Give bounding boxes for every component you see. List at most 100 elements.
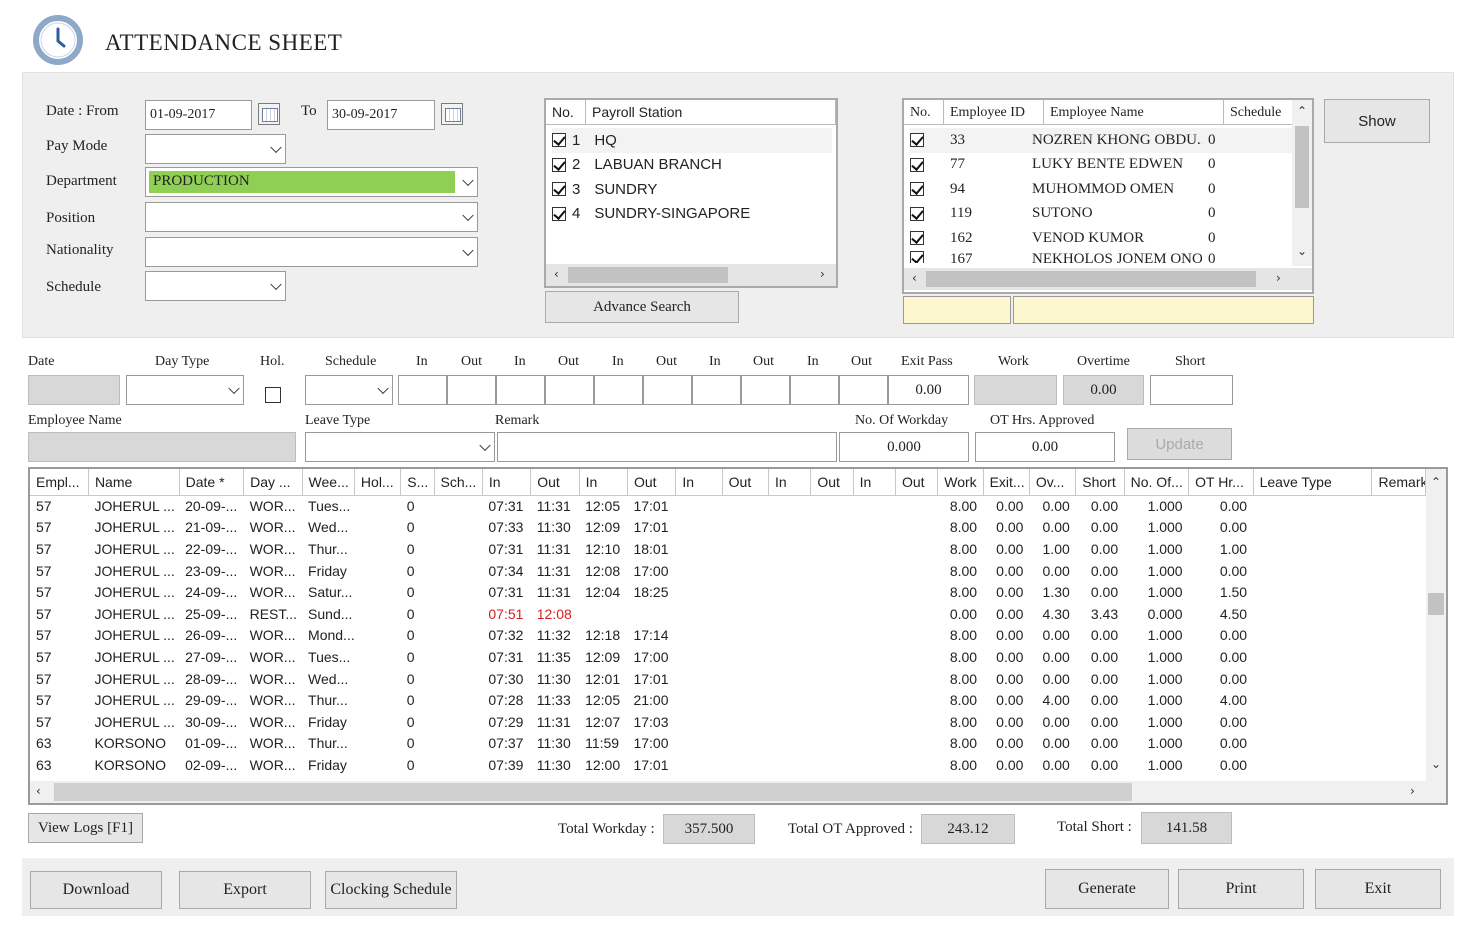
scroll-right-icon[interactable]: › — [1410, 784, 1415, 798]
pay-mode-select[interactable] — [145, 134, 286, 164]
column-header[interactable]: OT Hr... — [1188, 469, 1254, 496]
column-header[interactable]: Exit... — [983, 469, 1030, 496]
column-header[interactable]: In — [768, 469, 812, 496]
table-row[interactable]: 57 JOHERUL ... 27-09-... WOR... Tues... 0 07:3… — [30, 646, 1426, 668]
column-header[interactable]: Remark — [1371, 469, 1426, 496]
payroll-station-list[interactable]: No. Payroll Station 1 HQ 2 LABUAN BRANCH 3… — [544, 98, 838, 288]
holiday-checkbox[interactable] — [265, 387, 281, 404]
scroll-down-icon[interactable]: ⌄ — [1297, 244, 1307, 258]
table-row[interactable]: 57 JOHERUL ... 22-09-... WOR... Thur... 0 07:3… — [30, 538, 1426, 560]
attendance-grid[interactable]: Empl... Name Date * Day ... Wee... Hol... S...… — [28, 467, 1448, 805]
table-row[interactable]: 57 JOHERUL ... 30-09-... WOR... Friday 0 07:29… — [30, 711, 1426, 733]
list-item[interactable]: 119 SUTONO 0 — [910, 202, 1294, 227]
list-item[interactable]: 94 MUHOMMOD OMEN 0 — [910, 177, 1294, 202]
column-header[interactable]: S... — [400, 469, 435, 496]
export-button[interactable]: Export — [179, 871, 311, 909]
table-row[interactable]: 63 KORSONO 01-09-... WOR... Thur... 0 07:37 11:… — [30, 733, 1426, 755]
scroll-up-icon[interactable]: ⌃ — [1431, 475, 1441, 489]
column-header[interactable]: Leave Type — [1253, 469, 1373, 496]
column-header[interactable]: No. Of... — [1124, 469, 1190, 496]
table-row[interactable]: 57 JOHERUL ... 25-09-... REST... Sund... 0 07:… — [30, 603, 1426, 625]
date-to-field[interactable]: 30-09-2017 — [327, 100, 435, 130]
list-item[interactable]: 2 LABUAN BRANCH — [552, 153, 832, 178]
table-row[interactable]: 57 JOHERUL ... 28-09-... WOR... Wed... 0 07:30… — [30, 668, 1426, 690]
column-header[interactable]: Name — [88, 469, 180, 496]
in-field-1[interactable] — [398, 375, 447, 405]
employee-list[interactable]: No. Employee ID Employee Name Schedule 3… — [902, 98, 1314, 294]
column-header[interactable]: Short — [1075, 469, 1125, 496]
exit-button[interactable]: Exit — [1315, 869, 1441, 909]
in-field-5[interactable] — [790, 375, 839, 405]
table-row[interactable]: 57 JOHERUL ... 23-09-... WOR... Friday 0 07:34… — [30, 560, 1426, 582]
column-header[interactable]: Out — [895, 469, 939, 496]
scroll-thumb[interactable] — [1295, 126, 1309, 208]
view-logs-button[interactable]: View Logs [F1] — [28, 813, 143, 843]
list-item[interactable]: 3 SUNDRY — [552, 177, 832, 202]
column-header[interactable]: Sch... — [434, 469, 483, 496]
column-header[interactable]: Out — [530, 469, 580, 496]
out-field-5[interactable] — [839, 375, 888, 405]
advance-search-button[interactable]: Advance Search — [545, 291, 739, 323]
employee-name-filter-field[interactable] — [1013, 296, 1314, 324]
column-header[interactable]: Hol... — [354, 469, 402, 496]
checkbox[interactable] — [552, 133, 566, 148]
checkbox[interactable] — [910, 206, 924, 221]
scroll-left-icon[interactable]: ‹ — [36, 784, 41, 798]
update-button[interactable]: Update — [1127, 428, 1232, 460]
department-select[interactable]: PRODUCTION — [145, 167, 478, 197]
table-row[interactable]: 57 JOHERUL ... 24-09-... WOR... Satur... 0 07:… — [30, 581, 1426, 603]
column-header[interactable]: Date * — [179, 469, 245, 496]
in-field-3[interactable] — [594, 375, 643, 405]
vertical-scrollbar[interactable]: ⌃ ⌄ — [1426, 469, 1446, 781]
column-header[interactable]: Wee... — [302, 469, 355, 496]
schedule-edit-select[interactable] — [305, 375, 393, 405]
checkbox[interactable] — [552, 206, 566, 221]
column-header[interactable]: In — [675, 469, 723, 496]
checkbox[interactable] — [552, 182, 566, 197]
in-field-4[interactable] — [692, 375, 741, 405]
date-from-field[interactable]: 01-09-2017 — [145, 100, 252, 130]
scroll-thumb[interactable] — [568, 267, 728, 283]
column-header[interactable]: Work — [937, 469, 984, 496]
table-row[interactable]: 57 JOHERUL ... 20-09-... WOR... Tues... 0 07:3… — [30, 495, 1426, 517]
table-row[interactable]: 57 JOHERUL ... 26-09-... WOR... Mond... 0 07:3… — [30, 625, 1426, 647]
checkbox[interactable] — [910, 231, 924, 246]
employee-id-filter-field[interactable] — [903, 296, 1011, 324]
column-header[interactable]: Empl... — [30, 469, 89, 496]
column-header[interactable]: Out — [627, 469, 677, 496]
download-button[interactable]: Download — [30, 871, 162, 909]
remark-field[interactable] — [497, 432, 837, 462]
scroll-left-icon[interactable]: ‹ — [912, 271, 917, 285]
horizontal-scrollbar[interactable]: ‹ › — [30, 781, 1446, 803]
out-field-1[interactable] — [447, 375, 496, 405]
exit-pass-field[interactable]: 0.00 — [888, 375, 969, 405]
list-item[interactable]: 77 LUKY BENTE EDWEN 0 — [910, 153, 1294, 178]
column-header[interactable]: Out — [810, 469, 854, 496]
vertical-scrollbar[interactable]: ⌃ ⌄ — [1292, 100, 1312, 266]
scroll-thumb[interactable] — [54, 783, 1132, 801]
list-item[interactable]: 33 NOZREN KHONG OBDU... 0 — [910, 128, 1294, 153]
horizontal-scrollbar[interactable]: ‹ › — [904, 268, 1312, 290]
scroll-right-icon[interactable]: › — [820, 267, 825, 281]
schedule-select[interactable] — [145, 271, 286, 301]
column-header[interactable]: In — [579, 469, 628, 496]
print-button[interactable]: Print — [1178, 869, 1304, 909]
clocking-schedule-button[interactable]: Clocking Schedule — [325, 871, 457, 909]
list-item[interactable]: 162 VENOD KUMOR 0 — [910, 226, 1294, 251]
column-header[interactable]: In — [482, 469, 532, 496]
scroll-thumb[interactable] — [1428, 593, 1444, 615]
out-field-4[interactable] — [741, 375, 790, 405]
table-row[interactable]: 57 JOHERUL ... 21-09-... WOR... Wed... 0 07:33… — [30, 517, 1426, 539]
day-type-select[interactable] — [126, 375, 244, 405]
ot-hrs-approved-field[interactable]: 0.00 — [975, 432, 1115, 462]
out-field-2[interactable] — [545, 375, 594, 405]
out-field-3[interactable] — [643, 375, 692, 405]
scroll-down-icon[interactable]: ⌄ — [1431, 757, 1441, 771]
leave-type-select[interactable] — [305, 432, 495, 462]
nationality-select[interactable] — [145, 237, 478, 267]
table-row[interactable]: 57 JOHERUL ... 29-09-... WOR... Thur... 0 07:2… — [30, 689, 1426, 711]
short-field[interactable] — [1150, 375, 1233, 405]
checkbox[interactable] — [910, 133, 924, 148]
horizontal-scrollbar[interactable]: ‹ › — [546, 264, 836, 286]
checkbox[interactable] — [910, 157, 924, 172]
